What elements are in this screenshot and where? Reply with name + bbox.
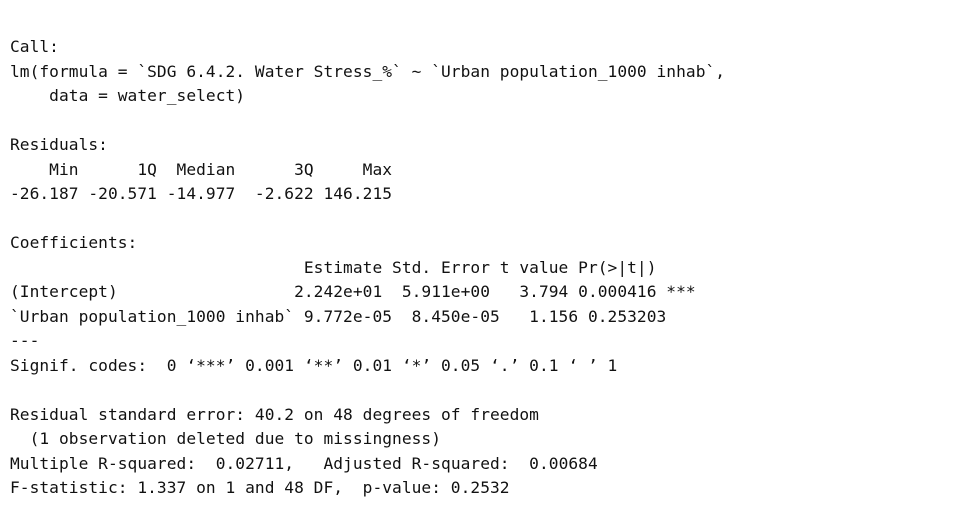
call-header: Call:: [10, 37, 59, 56]
call-formula: lm(formula = `SDG 6.4.2. Water Stress_%`…: [10, 61, 726, 81]
r-squared-line: Multiple R-squared: 0.02711, Adjusted R-…: [10, 453, 608, 473]
residuals-header: Residuals:: [10, 135, 108, 154]
f-statistic-line: F-statistic: 1.337 on 1 and 48 DF, p-val…: [10, 478, 510, 497]
coefficients-header: Coefficients:: [10, 233, 138, 252]
call-data-arg: data = water_select): [10, 86, 246, 105]
missingness-note: (1 observation deleted due to missingnes…: [10, 429, 442, 448]
residuals-labels: Min 1Q Median 3Q Max: [10, 159, 402, 179]
coefficient-row-intercept: (Intercept) 2.242e+01 5.911e+00 3.794 0.…: [10, 282, 696, 301]
r-console-output: Call: lm(formula = `SDG 6.4.2. Water Str…: [10, 35, 725, 501]
signif-codes: Signif. codes: 0 ‘***’ 0.001 ‘**’ 0.01 ‘…: [10, 355, 618, 375]
coefficients-column-headers: Estimate Std. Error t value Pr(>|t|): [10, 257, 696, 277]
coefficient-row-urban-population: `Urban population_1000 inhab` 9.772e-05 …: [10, 306, 706, 326]
separator-line: ---: [10, 331, 40, 350]
residuals-values: -26.187 -20.571 -14.977 -2.622 146.215: [10, 184, 402, 203]
residual-standard-error: Residual standard error: 40.2 on 48 degr…: [10, 404, 539, 424]
